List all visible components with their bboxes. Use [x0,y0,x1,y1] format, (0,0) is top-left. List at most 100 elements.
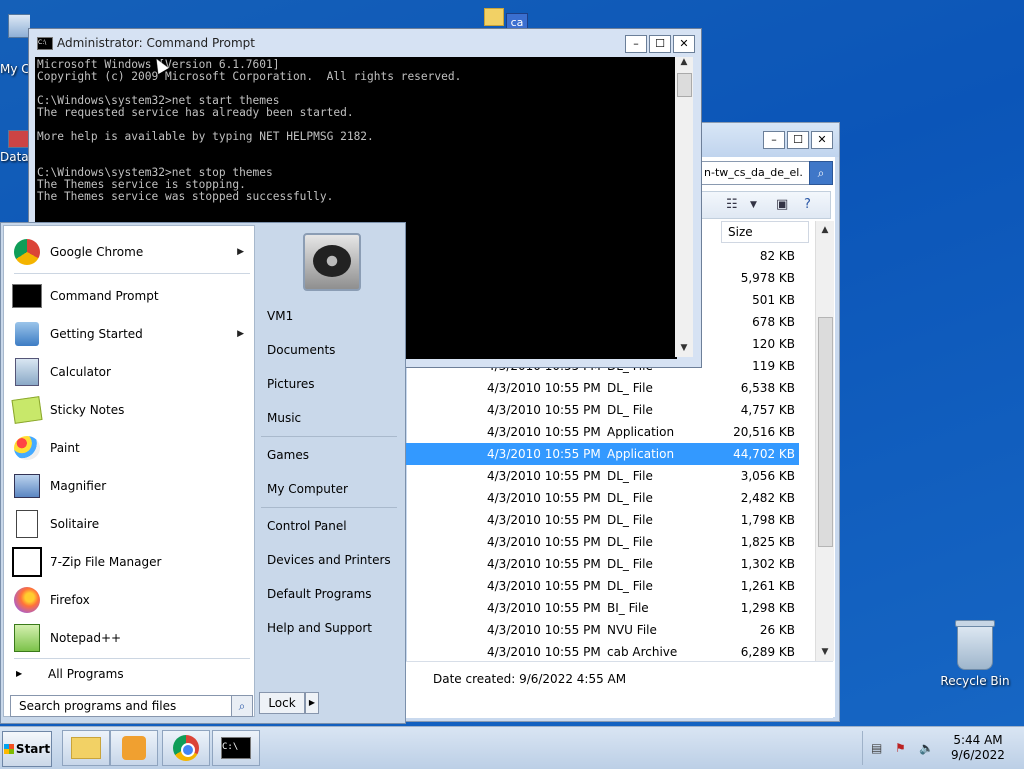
start-place-vm1[interactable]: VM1 [263,303,403,329]
data-icon[interactable] [8,130,30,148]
start-button[interactable]: Start [2,731,52,767]
start-place-documents[interactable]: Documents [263,337,403,363]
clock[interactable]: 5:44 AM 9/6/2022 [943,733,1013,763]
start-item-notepadpp[interactable]: Notepad++ [8,620,252,656]
search-icon[interactable]: ⌕ [231,695,253,717]
explorer-scrollbar[interactable]: ▲ ▼ [815,221,834,661]
start-item-7zip[interactable]: 7-Zip File Manager [8,544,252,580]
start-item-getting-started[interactable]: Getting Started ▶ [8,316,252,352]
scroll-thumb[interactable] [818,317,833,547]
desktop-label-data[interactable]: Data [0,150,30,164]
start-place-games[interactable]: Games [263,442,403,468]
explorer-address-bar[interactable]: n-tw_cs_da_de_el. [699,161,811,185]
cell-size: 1,298 KB [740,601,795,615]
start-label: Start [15,742,51,756]
table-row[interactable]: 4/3/2010 10:55 PM Application 44,702 KB [403,443,799,465]
taskbar-cmd-button[interactable]: C:\ [212,730,260,766]
start-place-control-panel[interactable]: Control Panel [263,513,403,539]
cell-date: 4/3/2010 10:55 PM [487,645,601,659]
maximize-button[interactable]: ☐ [649,35,671,53]
start-item-solitaire[interactable]: Solitaire [8,506,252,542]
start-item-cmd[interactable]: Command Prompt [8,278,252,314]
volume-icon[interactable]: 🔈 [919,741,934,755]
close-button[interactable]: ✕ [673,35,695,53]
taskbar-media-button[interactable] [110,730,158,766]
start-place-music[interactable]: Music [263,405,403,431]
partial-size: 5,978 KB [740,271,795,285]
table-row[interactable]: 4/3/2010 10:55 PM DL_ File 2,482 KB [403,487,799,509]
start-item-chrome[interactable]: Google Chrome ▶ [8,234,252,270]
computer-icon[interactable] [8,14,30,38]
firefox-icon [12,585,42,615]
start-item-calculator[interactable]: Calculator [8,354,252,390]
folder-icon[interactable] [484,8,504,26]
recycle-bin[interactable]: Recycle Bin [940,620,1010,688]
scroll-thumb[interactable] [677,73,692,97]
action-center-icon[interactable]: ⚑ [895,741,906,755]
start-place-my-computer[interactable]: My Computer [263,476,403,502]
table-row[interactable]: 4/3/2010 10:55 PM DL_ File 1,261 KB [403,575,799,597]
getting-started-icon [12,319,42,349]
start-menu-places: Lock ▶ VM1 Documents Pictures Music Games My … [257,223,403,719]
scroll-up-icon[interactable]: ▲ [675,57,693,71]
table-row[interactable]: 4/3/2010 10:55 PM DL_ File 1,302 KB [403,553,799,575]
table-row[interactable]: 4/3/2010 10:55 PM DL_ File 6,538 KB [403,377,799,399]
start-place-default-programs[interactable]: Default Programs [263,581,403,607]
start-item-firefox[interactable]: Firefox [8,582,252,618]
cell-size: 3,056 KB [740,469,795,483]
help-icon[interactable]: ? [804,197,811,212]
shutdown-options-button[interactable]: ▶ [305,692,319,714]
search-icon[interactable]: ⌕ [809,161,833,185]
magnifier-icon [12,471,42,501]
solitaire-icon [12,509,42,539]
start-item-label: Getting Started [50,327,143,341]
partial-size: 678 KB [752,315,795,329]
column-header-size[interactable]: Size [721,221,809,243]
start-place-help-and-support[interactable]: Help and Support [263,615,403,641]
table-row[interactable]: 4/3/2010 10:55 PM DL_ File 1,825 KB [403,531,799,553]
cell-date: 4/3/2010 10:55 PM [487,381,601,395]
network-icon[interactable]: ▤ [871,741,882,755]
table-row[interactable]: 4/3/2010 10:55 PM DL_ File 1,798 KB [403,509,799,531]
cell-size: 1,825 KB [740,535,795,549]
cmd-scrollbar[interactable]: ▲ ▼ [675,57,693,357]
recycle-bin-icon [955,620,995,670]
cell-size: 1,302 KB [740,557,795,571]
table-row[interactable]: 4/3/2010 10:55 PM NVU File 26 KB [403,619,799,641]
scroll-down-icon[interactable]: ▼ [675,343,693,357]
scroll-up-icon[interactable]: ▲ [816,221,834,239]
taskbar-explorer-button[interactable] [62,730,110,766]
start-item-paint[interactable]: Paint [8,430,252,466]
close-button[interactable]: ✕ [811,131,833,149]
cmd-titlebar[interactable]: C:\ Administrator: Command Prompt [37,36,255,50]
cell-type: NVU File [607,623,657,637]
view-options-icon[interactable]: ☷ [726,197,738,212]
table-row[interactable]: 4/3/2010 10:55 PM BI_ File 1,298 KB [403,597,799,619]
start-place-devices-and-printers[interactable]: Devices and Printers [263,547,403,573]
cell-date: 4/3/2010 10:55 PM [487,623,601,637]
cell-type: DL_ File [607,579,653,593]
maximize-button[interactable]: ☐ [787,131,809,149]
cell-size: 44,702 KB [733,447,795,461]
start-place-pictures[interactable]: Pictures [263,371,403,397]
minimize-button[interactable]: – [625,35,647,53]
table-row[interactable]: 4/3/2010 10:55 PM Application 20,516 KB [403,421,799,443]
desktop-label-mycomputer[interactable]: My C [0,62,30,76]
start-search-input[interactable]: Search programs and files [10,695,238,717]
cmd-icon [12,281,42,311]
clock-time: 5:44 AM [953,733,1003,747]
lock-button[interactable]: Lock [259,692,305,714]
preview-pane-icon[interactable]: ▣ [776,197,788,212]
minimize-button[interactable]: – [763,131,785,149]
separator [14,273,250,274]
table-row[interactable]: 4/3/2010 10:55 PM DL_ File 3,056 KB [403,465,799,487]
start-item-sticky-notes[interactable]: Sticky Notes [8,392,252,428]
user-avatar[interactable] [303,233,361,291]
table-row[interactable]: 4/3/2010 10:55 PM cab Archive 6,289 KB [403,641,799,663]
taskbar-chrome-button[interactable] [162,730,210,766]
start-item-magnifier[interactable]: Magnifier [8,468,252,504]
table-row[interactable]: 4/3/2010 10:55 PM DL_ File 4,757 KB [403,399,799,421]
chevron-down-icon[interactable]: ▼ [750,200,757,210]
all-programs[interactable]: ▶ All Programs [8,662,248,686]
scroll-down-icon[interactable]: ▼ [816,643,834,661]
